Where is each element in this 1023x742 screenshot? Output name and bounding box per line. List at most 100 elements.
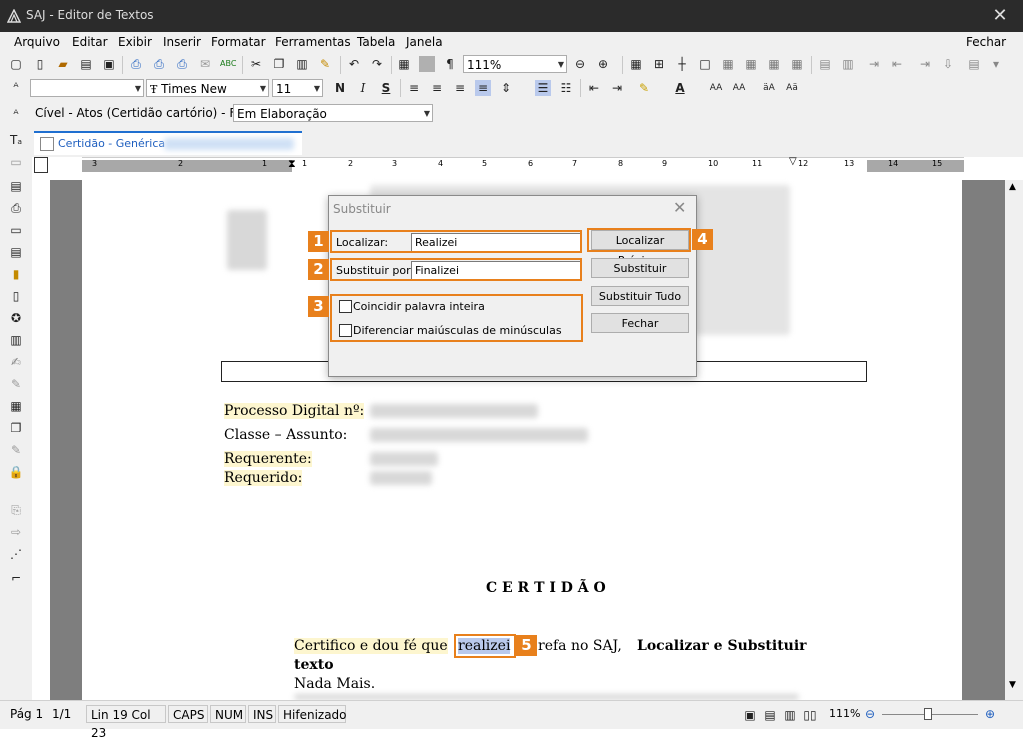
table-border-right-icon[interactable]: ▦ [743,56,759,72]
attach-icon[interactable]: ⎘ [8,502,24,518]
print-setup-icon[interactable]: ⎙ [174,56,190,72]
insert-row-icon[interactable]: ⇥ [866,56,882,72]
table-cross-icon[interactable]: ┼ [674,56,690,72]
dialog-close-icon[interactable]: ✕ [673,198,686,217]
split-cells-icon[interactable]: ▥ [840,56,856,72]
decrease-indent-icon[interactable]: ⇤ [586,80,602,96]
font-combo[interactable]: Ŧ Times New Roman ▼ [146,79,269,115]
paste-icon[interactable]: ▥ [294,56,310,72]
award-icon[interactable]: ✪ [8,310,24,326]
menu-ferramentas[interactable]: Ferramentas [275,35,351,49]
menu-janela[interactable]: Janela [406,35,443,49]
signature-icon[interactable]: ✍ [8,354,24,370]
close-button[interactable]: Fechar [591,313,689,333]
right-indent-marker-icon[interactable]: ▽ [789,156,797,167]
menu-arquivo[interactable]: Arquivo [14,35,60,49]
table-properties-icon[interactable]: ▤ [966,56,982,72]
increase-indent-icon[interactable]: ⇥ [609,80,625,96]
paragraph-marks-icon[interactable]: ¶ [442,56,458,72]
change-case-icon[interactable]: äA [761,80,777,96]
table-border-top-icon[interactable]: ▦ [766,56,782,72]
align-center-icon[interactable]: ≡ [429,80,445,96]
workflow-icon[interactable]: ᴬ [8,106,24,122]
copy-doc-icon[interactable]: ❐ [8,420,24,436]
zoom-in-icon[interactable]: ⊕ [595,56,611,72]
page-view-icon[interactable]: ▣ [742,707,758,723]
share-icon[interactable]: ⋰ [8,546,24,562]
columns-icon[interactable]: ▥ [8,332,24,348]
menu-inserir[interactable]: Inserir [163,35,201,49]
paint-roller-icon[interactable]: ⌐ [8,570,24,586]
style-icon[interactable]: ᴬ [8,79,24,95]
underline-icon[interactable]: S [378,80,394,96]
monitor-icon[interactable]: ▭ [8,154,24,170]
email-icon[interactable]: ✉ [197,56,213,72]
web-layout-icon[interactable]: ▥ [782,707,798,723]
justify-icon[interactable]: ≡ [475,80,491,96]
zoom-in-icon[interactable]: ⊕ [982,706,998,722]
document-delete-icon[interactable]: ▯ [8,288,24,304]
text-tool-icon[interactable]: Tₐ [8,132,24,148]
delete-row-icon[interactable]: ⇥ [917,56,933,72]
lock-doc-icon[interactable]: ▮ [8,266,24,282]
format-painter-icon[interactable]: ✎ [317,56,333,72]
undo-icon[interactable]: ↶ [346,56,362,72]
open-folder-icon[interactable]: ▰ [55,56,71,72]
copy-icon[interactable]: ❐ [271,56,287,72]
menu-editar[interactable]: Editar [72,35,108,49]
menu-formatar[interactable]: Formatar [211,35,266,49]
edit-tag-icon[interactable]: ✎ [8,442,24,458]
show-grid-icon[interactable] [419,56,435,72]
blank-page-icon[interactable]: ▯ [32,56,48,72]
table-border-bottom-icon[interactable]: ▦ [789,56,805,72]
print-layout-icon[interactable]: ▤ [762,707,778,723]
highlight-color-icon[interactable]: ✎ [636,80,652,96]
calendar-icon[interactable]: ▦ [8,398,24,414]
indent-marker-icon[interactable]: ⧗ [288,157,296,171]
table-menu-icon[interactable]: ▾ [988,56,1004,72]
line-spacing-icon[interactable]: ⇕ [498,80,514,96]
delete-column-icon[interactable]: ⇩ [940,56,956,72]
redo-icon[interactable]: ↷ [369,56,385,72]
open-pdf-icon[interactable]: ▤ [78,56,94,72]
export-icon[interactable]: ⇨ [8,524,24,540]
zoom-out-icon[interactable]: ⊖ [572,56,588,72]
align-left-icon[interactable]: ≡ [406,80,422,96]
cut-icon[interactable]: ✂ [248,56,264,72]
italic-icon[interactable]: I [355,80,371,96]
spellcheck-icon[interactable]: ABC [220,56,236,72]
table-inside-borders-icon[interactable]: ⊞ [651,56,667,72]
two-page-icon[interactable]: ▯▯ [802,707,818,723]
grow-font-icon[interactable]: AA [708,80,724,96]
close-window-icon[interactable]: ✕ [990,4,1010,28]
table-border-left-icon[interactable]: ▦ [720,56,736,72]
print-icon[interactable]: ⎙ [8,200,24,216]
align-right-icon[interactable]: ≡ [452,80,468,96]
tab-certidao[interactable]: Certidão - Genérica [34,131,302,155]
insert-column-icon[interactable]: ⇤ [889,56,905,72]
merge-cells-icon[interactable]: ▤ [817,56,833,72]
fila-combo[interactable]: Em Elaboração ▼ [233,104,433,122]
change-case-menu-icon[interactable]: Aä [784,80,800,96]
insert-table-icon[interactable]: ▦ [396,56,412,72]
lock-icon[interactable]: 🔒 [8,464,24,480]
zoom-out-icon[interactable]: ⊖ [862,706,878,722]
seal-icon[interactable]: ✎ [8,376,24,392]
zoom-slider-thumb[interactable] [924,708,932,720]
tab-stop-selector[interactable] [34,157,48,173]
scroll-down-icon[interactable]: ▼ [1009,680,1016,690]
layout-icon[interactable]: ▤ [8,178,24,194]
print-icon[interactable]: ⎙ [128,56,144,72]
menu-fechar[interactable]: Fechar [966,35,1006,49]
bullet-list-icon[interactable]: ☰ [535,80,551,96]
bold-icon[interactable]: N [332,80,348,96]
style-combo[interactable]: ▼ [30,79,144,97]
scroll-up-icon[interactable]: ▲ [1009,182,1016,192]
replace-button[interactable]: Substituir [591,258,689,278]
menu-tabela[interactable]: Tabela [357,35,395,49]
print-preview-icon[interactable]: ⎙ [151,56,167,72]
numbered-list-icon[interactable]: ☷ [558,80,574,96]
form-icon[interactable]: ▤ [8,244,24,260]
save-icon[interactable]: ▣ [101,56,117,72]
zoom-combo[interactable]: 111% ▼ [463,55,567,73]
